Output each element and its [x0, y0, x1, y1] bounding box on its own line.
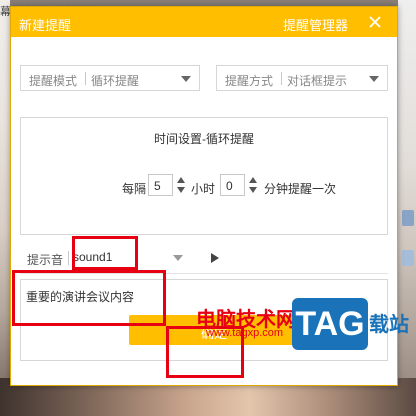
watermark-tail: 载站 [369, 314, 409, 336]
arrow-up-icon[interactable] [177, 177, 185, 183]
close-button[interactable] [365, 12, 385, 32]
desktop-icon [402, 210, 414, 226]
dialog-title: 新建提醒 [19, 18, 72, 33]
watermark-logo: TAG [292, 298, 368, 350]
separator [85, 72, 86, 85]
reminder-mode-label: 提醒模式 [29, 74, 78, 88]
minutes-unit-label: 分钟提醒一次 [264, 182, 337, 196]
title-bar[interactable]: 新建提醒 提醒管理器 [11, 7, 397, 37]
desktop-icon [402, 250, 414, 266]
watermark-url: www.tagxp.com [206, 327, 284, 339]
reminder-method-value: 对话框提示 [287, 74, 348, 88]
annotation-box-content [12, 270, 166, 326]
separator [68, 251, 69, 265]
arrow-down-icon[interactable] [249, 187, 257, 193]
separator [281, 72, 282, 85]
minutes-input[interactable]: 0 [220, 174, 245, 196]
app-name: 提醒管理器 [283, 18, 349, 33]
chevron-down-icon [369, 76, 379, 82]
hours-input[interactable]: 5 [148, 174, 173, 196]
background-right [398, 0, 416, 416]
sound-label: 提示音 [27, 253, 64, 267]
reminder-mode-select[interactable]: 提醒模式 循环提醒 [20, 65, 200, 91]
chevron-down-icon [181, 76, 191, 82]
close-icon [369, 16, 381, 28]
annotation-box-sound [72, 236, 138, 270]
play-sound-button[interactable] [209, 251, 221, 265]
play-icon [211, 253, 219, 263]
reminder-method-select[interactable]: 提醒方式 对话框提示 [216, 65, 388, 91]
arrow-up-icon[interactable] [249, 177, 257, 183]
time-settings-panel: 时间设置-循环提醒 每隔 5 小时 0 分钟提醒一次 [20, 117, 388, 235]
reminder-mode-value: 循环提醒 [91, 74, 140, 88]
hours-stepper[interactable] [175, 174, 187, 196]
reminder-method-label: 提醒方式 [225, 74, 274, 88]
minutes-stepper[interactable] [247, 174, 259, 196]
every-label: 每隔 [122, 182, 147, 196]
arrow-down-icon[interactable] [177, 187, 185, 193]
chevron-down-icon[interactable] [173, 255, 183, 261]
background-left [0, 0, 10, 416]
hours-unit-label: 小时 [191, 182, 216, 196]
time-settings-title: 时间设置-循环提醒 [154, 132, 254, 146]
